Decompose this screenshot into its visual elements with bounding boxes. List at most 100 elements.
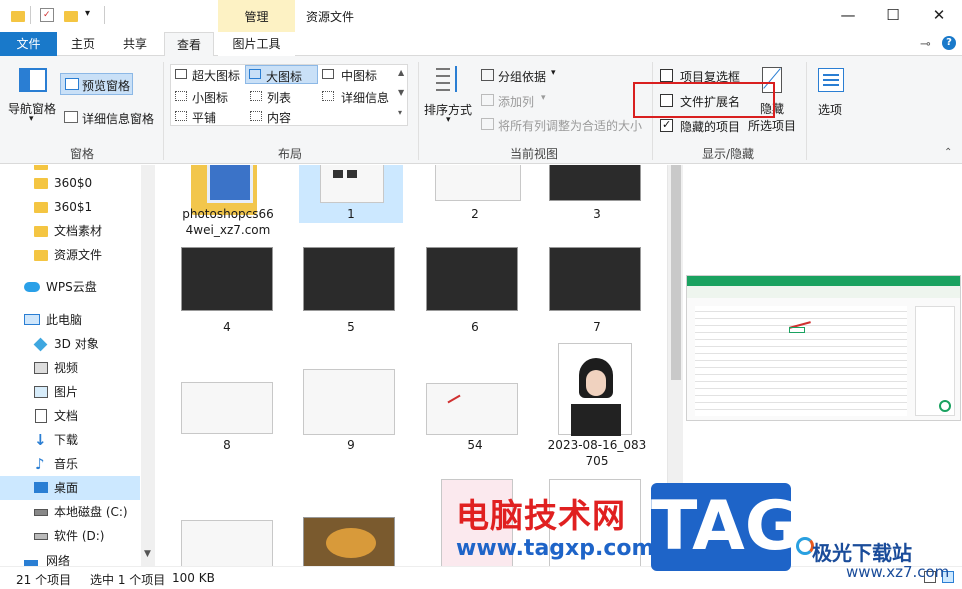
- divider: [418, 62, 419, 160]
- nav-item-this-pc[interactable]: 此电脑: [0, 308, 140, 332]
- sort-icon[interactable]: [436, 66, 462, 94]
- file-name[interactable]: 9: [299, 438, 403, 452]
- gallery-up-icon[interactable]: ▲: [398, 68, 404, 77]
- file-name[interactable]: 1: [299, 207, 403, 221]
- highlight-box: [633, 82, 775, 118]
- nav-item-pictures[interactable]: 图片: [0, 380, 140, 404]
- file-thumbnail[interactable]: [320, 165, 384, 203]
- small-icons-option[interactable]: 小图标: [192, 89, 228, 106]
- manage-context-tab[interactable]: 管理: [218, 0, 295, 32]
- navigation-pane-icon[interactable]: [19, 68, 47, 92]
- new-folder-icon[interactable]: [64, 11, 78, 22]
- size-all-columns-button[interactable]: 将所有列调整为合适的大小: [498, 117, 642, 134]
- folder-icon: [34, 178, 48, 189]
- close-button[interactable]: ✕: [916, 0, 962, 30]
- options-button[interactable]: 选项: [818, 101, 842, 118]
- file-name[interactable]: 2: [423, 207, 527, 221]
- file-name[interactable]: 54: [423, 438, 527, 452]
- file-thumbnail[interactable]: [181, 382, 273, 434]
- file-name[interactable]: 8: [175, 438, 279, 452]
- file-name[interactable]: 6: [423, 320, 527, 334]
- chevron-down-icon[interactable]: ▾: [551, 68, 556, 78]
- divider: [30, 6, 31, 24]
- tab-file[interactable]: 文件: [0, 32, 57, 56]
- nav-item-desktop[interactable]: 桌面: [0, 476, 140, 500]
- file-thumbnail[interactable]: [435, 165, 521, 201]
- tab-view[interactable]: 查看: [164, 32, 214, 57]
- scroll-thumb[interactable]: [671, 165, 681, 380]
- nav-item-local-disk-c[interactable]: 本地磁盘 (C:): [0, 500, 140, 524]
- nav-item-doc-materials[interactable]: 文档素材: [0, 219, 140, 243]
- details-option[interactable]: 详细信息: [341, 89, 389, 106]
- computer-icon: [24, 314, 40, 325]
- group-by-button[interactable]: 分组依据: [498, 68, 546, 85]
- hidden-items-checkbox[interactable]: ✓: [660, 118, 673, 132]
- file-thumbnail[interactable]: [181, 520, 273, 566]
- nav-label: 文档: [54, 409, 79, 423]
- tab-home[interactable]: 主页: [60, 32, 106, 56]
- nav-label: 桌面: [54, 481, 79, 495]
- file-thumbnail[interactable]: [549, 165, 641, 201]
- nav-item-software-d[interactable]: 软件 (D:): [0, 524, 140, 548]
- nav-item-3d-objects[interactable]: 3D 对象: [0, 332, 140, 356]
- file-name[interactable]: 705: [545, 454, 649, 468]
- file-thumbnail[interactable]: [303, 517, 395, 566]
- nav-item-documents[interactable]: 文档: [0, 404, 140, 428]
- file-thumbnail[interactable]: [426, 247, 518, 311]
- content-icon: [250, 111, 262, 121]
- maximize-button[interactable]: ☐: [870, 0, 916, 30]
- item-checkboxes-checkbox[interactable]: [660, 69, 673, 82]
- scroll-down-icon[interactable]: ▼: [144, 549, 151, 559]
- nav-item-resource-files[interactable]: 资源文件: [0, 243, 140, 267]
- nav-item-360-0[interactable]: 360$0: [0, 171, 140, 195]
- nav-label: 本地磁盘 (C:): [54, 505, 128, 519]
- file-thumbnail[interactable]: [426, 383, 518, 435]
- pin-icon[interactable]: ⊸: [920, 37, 931, 52]
- tab-picture-tools[interactable]: 图片工具: [218, 32, 295, 56]
- tiles-option[interactable]: 平铺: [192, 109, 216, 126]
- nav-item-360-1[interactable]: 360$1: [0, 195, 140, 219]
- file-name[interactable]: 4: [175, 320, 279, 334]
- add-columns-button[interactable]: 添加列: [498, 93, 534, 110]
- chevron-down-icon[interactable]: ▾: [85, 8, 90, 19]
- file-name[interactable]: 5: [299, 320, 403, 334]
- large-icons-option[interactable]: 大图标: [245, 65, 318, 84]
- photo-thumbnail[interactable]: [558, 343, 632, 436]
- gallery-down-icon[interactable]: ▼: [398, 88, 404, 97]
- file-thumbnail[interactable]: [549, 247, 641, 311]
- list-option[interactable]: 列表: [267, 89, 291, 106]
- chevron-down-icon[interactable]: ▾: [446, 115, 451, 125]
- preview-pane-button[interactable]: 预览窗格: [60, 73, 133, 95]
- minimize-button[interactable]: —: [825, 0, 871, 30]
- group-label-panes: 窗格: [69, 147, 94, 161]
- content-option[interactable]: 内容: [267, 109, 291, 126]
- nav-item-wps-cloud[interactable]: WPS云盘: [0, 275, 140, 299]
- nav-label: 3D 对象: [54, 337, 99, 351]
- hide-selected-button-line2[interactable]: 所选项目: [748, 117, 796, 134]
- extra-large-icons-option[interactable]: 超大图标: [192, 67, 240, 84]
- nav-item-videos[interactable]: 视频: [0, 356, 140, 380]
- chevron-down-icon[interactable]: ▾: [29, 114, 34, 124]
- file-name[interactable]: 2023-08-16_083: [545, 438, 649, 452]
- options-icon[interactable]: [818, 68, 844, 92]
- nav-item-downloads[interactable]: ↓ 下载: [0, 428, 140, 452]
- details-pane-button[interactable]: 详细信息窗格: [82, 110, 154, 127]
- properties-icon[interactable]: ✓: [40, 8, 54, 22]
- list-icon: [250, 91, 262, 101]
- collapse-ribbon-icon[interactable]: ⌃: [944, 147, 952, 158]
- nav-item-network[interactable]: 网络: [0, 553, 140, 566]
- nav-scrollbar[interactable]: ▼: [141, 165, 155, 566]
- medium-icons-option[interactable]: 中图标: [341, 67, 377, 84]
- nav-item-music[interactable]: ♪ 音乐: [0, 452, 140, 476]
- file-thumbnail[interactable]: [181, 247, 273, 311]
- gallery-more-icon[interactable]: ▾: [398, 108, 402, 117]
- file-name[interactable]: 4wei_xz7.com: [175, 223, 281, 237]
- file-name[interactable]: photoshopcs66: [175, 207, 281, 221]
- file-thumbnail[interactable]: [303, 247, 395, 311]
- file-name[interactable]: 3: [545, 207, 649, 221]
- file-thumbnail[interactable]: [303, 369, 395, 435]
- file-name[interactable]: 7: [545, 320, 649, 334]
- tab-share[interactable]: 共享: [112, 32, 158, 56]
- help-icon[interactable]: ?: [942, 36, 956, 50]
- watermark-tag-logo: TAG: [651, 483, 801, 571]
